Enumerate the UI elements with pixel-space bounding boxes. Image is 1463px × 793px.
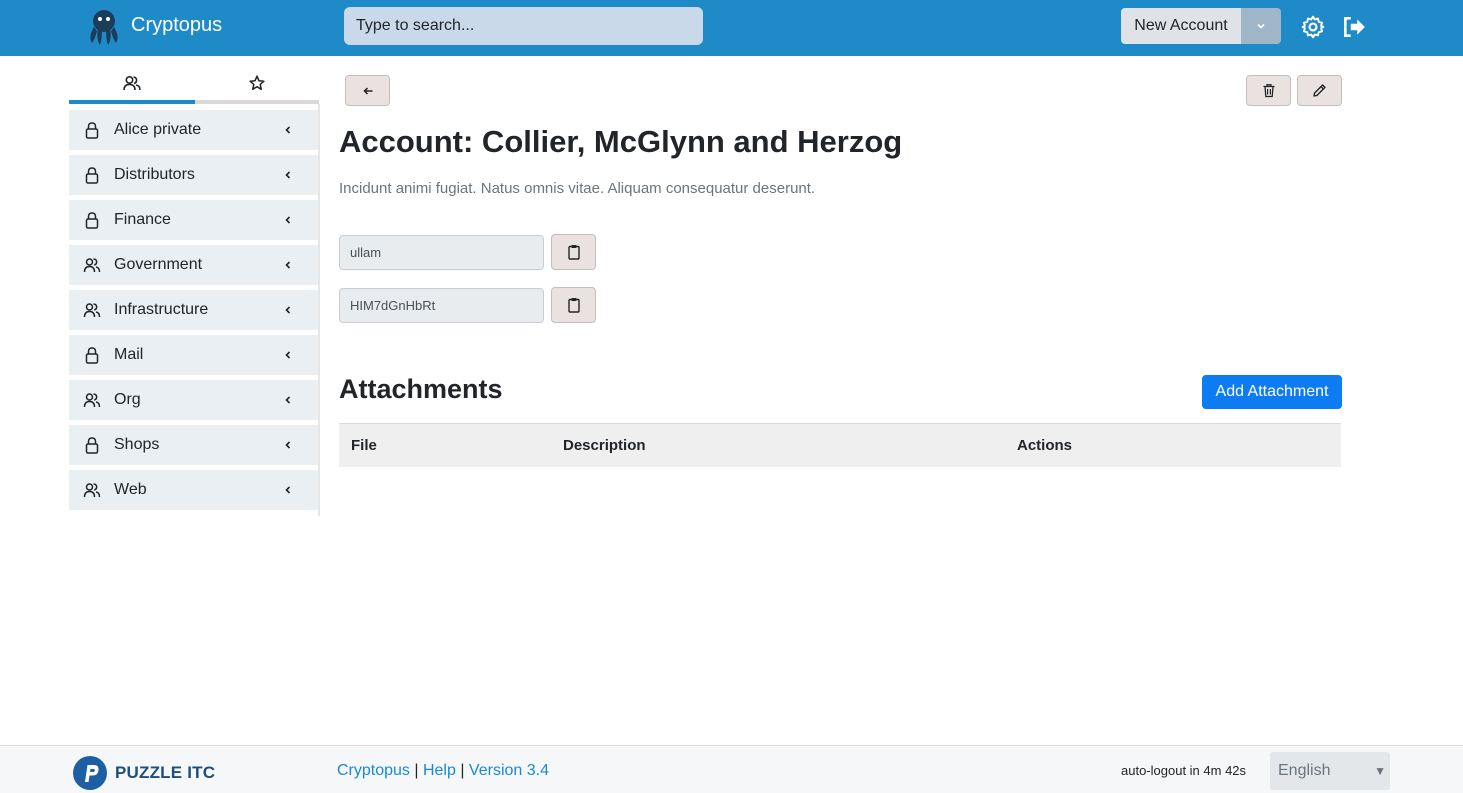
column-header-actions: Actions — [1017, 437, 1073, 454]
sidebar-item-label: Web — [114, 481, 147, 498]
top-navbar: Cryptopus New Account — [0, 0, 1463, 56]
app-title[interactable]: Cryptopus — [131, 14, 222, 37]
new-account-dropdown-toggle[interactable] — [1241, 8, 1281, 44]
language-select[interactable]: English ▼ — [1270, 752, 1390, 790]
arrow-left-icon — [362, 86, 372, 95]
clipboard-icon — [567, 245, 580, 260]
tab-favourites[interactable] — [194, 62, 319, 104]
add-attachment-button[interactable]: Add Attachment — [1202, 375, 1342, 409]
people-icon — [83, 258, 101, 273]
sidebar-tabs — [69, 62, 319, 104]
people-icon — [122, 75, 141, 91]
caret-down-icon: ▼ — [1374, 764, 1386, 778]
attachments-heading: Attachments — [339, 374, 503, 404]
sidebar-item-label: Government — [114, 256, 203, 273]
pencil-icon — [1313, 84, 1326, 97]
footer-brand: PUZZLE ITC — [115, 763, 216, 782]
sidebar-item-label: Alice private — [114, 121, 202, 138]
copy-username-button[interactable] — [551, 234, 596, 270]
autologout-timer: auto-logout in 4m 42s — [1121, 763, 1247, 778]
username-field[interactable]: ullam — [339, 235, 544, 270]
sidebar-item-finance[interactable]: Finance — [69, 200, 318, 240]
lock-icon — [85, 347, 99, 364]
sidebar-item-label: Org — [114, 391, 141, 408]
attachments-table-header: File Description Actions — [339, 423, 1341, 467]
back-button[interactable] — [345, 75, 390, 106]
sidebar-item-label: Shops — [114, 436, 160, 453]
account-description: Incidunt animi fugiat. Natus omnis vitae… — [339, 180, 816, 197]
clipboard-icon — [567, 298, 580, 313]
sidebar-item-infrastructure[interactable]: Infrastructure — [69, 290, 318, 330]
password-field[interactable]: HIM7dGnHbRt — [339, 288, 544, 323]
chevron-left-icon — [285, 306, 291, 314]
delete-button[interactable] — [1246, 75, 1291, 106]
trash-icon — [1263, 84, 1274, 98]
chevron-down-icon — [1257, 23, 1265, 29]
footer-separator: | — [409, 762, 423, 779]
language-select-value: English — [1278, 762, 1331, 779]
page-title: Account: Collier, McGlynn and Herzog — [339, 124, 903, 159]
chevron-left-icon — [285, 396, 291, 404]
lock-icon — [85, 122, 99, 139]
sidebar-item-shops[interactable]: Shops — [69, 425, 318, 465]
chevron-left-icon — [285, 171, 291, 179]
footer: PUZZLE ITC Cryptopus | Help | Version 3.… — [0, 745, 1463, 793]
sidebar-divider — [318, 104, 320, 516]
footer-links: Cryptopus | Help | Version 3.4 — [337, 762, 549, 780]
chevron-left-icon — [285, 351, 291, 359]
sidebar-item-label: Finance — [114, 211, 171, 228]
star-icon — [248, 75, 265, 91]
copy-password-button[interactable] — [551, 287, 596, 323]
people-icon — [83, 483, 101, 498]
gear-icon[interactable] — [1300, 14, 1326, 40]
sidebar-item-distributors[interactable]: Distributors — [69, 155, 318, 195]
logout-icon[interactable] — [1341, 14, 1367, 40]
sidebar-item-org[interactable]: Org — [69, 380, 318, 420]
tab-indicator-active — [69, 100, 195, 104]
footer-link-version[interactable]: Version 3.4 — [469, 762, 549, 779]
people-icon — [83, 303, 101, 318]
chevron-left-icon — [285, 261, 291, 269]
column-header-file: File — [351, 437, 377, 454]
footer-link-cryptopus[interactable]: Cryptopus — [337, 762, 410, 779]
new-account-button[interactable]: New Account — [1121, 8, 1241, 44]
sidebar-item-alice-private[interactable]: Alice private — [69, 110, 318, 150]
chevron-left-icon — [285, 216, 291, 224]
edit-button[interactable] — [1297, 75, 1342, 106]
sidebar-item-mail[interactable]: Mail — [69, 335, 318, 375]
lock-icon — [85, 167, 99, 184]
puzzle-logo-icon — [73, 756, 107, 790]
lock-icon — [85, 212, 99, 229]
search-input[interactable] — [344, 7, 703, 45]
tab-teams[interactable] — [69, 62, 194, 104]
footer-link-help[interactable]: Help — [423, 762, 456, 779]
chevron-left-icon — [285, 126, 291, 134]
sidebar-item-label: Mail — [114, 346, 144, 363]
footer-separator: | — [455, 762, 469, 779]
people-icon — [83, 393, 101, 408]
sidebar-item-label: Infrastructure — [114, 301, 209, 318]
chevron-left-icon — [285, 486, 291, 494]
chevron-left-icon — [285, 441, 291, 449]
octopus-logo-icon[interactable] — [84, 7, 124, 47]
sidebar-item-government[interactable]: Government — [69, 245, 318, 285]
column-header-description: Description — [563, 437, 646, 454]
sidebar-item-web[interactable]: Web — [69, 470, 318, 510]
lock-icon — [85, 437, 99, 454]
sidebar-item-label: Distributors — [114, 166, 195, 183]
